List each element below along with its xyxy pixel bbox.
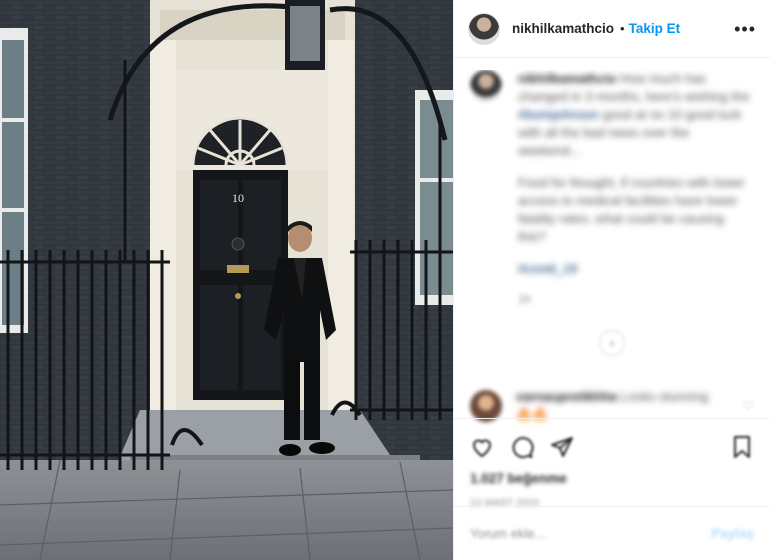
share-paper-plane-icon[interactable]	[550, 435, 574, 459]
comment-bubble-icon[interactable]	[510, 435, 534, 459]
avatar[interactable]	[468, 12, 500, 45]
likes-count[interactable]: 1.027 beğenme	[470, 471, 754, 486]
username-link[interactable]: nikhilkamathcio	[512, 21, 614, 36]
add-comment-bar: Paylaş	[454, 506, 770, 560]
post-photo[interactable]: 10	[0, 0, 453, 560]
post-header: nikhilkamathcio • Takip Et •••	[454, 0, 770, 58]
follow-button[interactable]: Takip Et	[629, 21, 681, 36]
caption-line-2: Food for thought, if countries with lowe…	[518, 175, 745, 244]
caption-hashtag[interactable]: #covid_19	[518, 260, 754, 278]
comment-input[interactable]	[470, 526, 712, 541]
caption-time: 1h	[518, 292, 532, 306]
door-number: 10	[232, 191, 244, 205]
caption-tag[interactable]: #borisjohnson	[518, 107, 599, 122]
comments-list[interactable]: nikhilkamathcio How much has changed in …	[454, 70, 770, 415]
comment-like-icon[interactable]: ♡	[743, 399, 754, 413]
caption-username[interactable]: nikhilkamathcio	[518, 71, 616, 86]
load-more-comments-button[interactable]: +	[599, 330, 625, 356]
action-icons	[470, 427, 754, 467]
caption-comment: nikhilkamathcio How much has changed in …	[470, 70, 754, 292]
separator-dot: •	[620, 21, 625, 36]
like-heart-icon[interactable]	[470, 435, 494, 459]
post-modal: 10 nikhilkamathcio • Takip Et ••• nikhil…	[0, 0, 770, 560]
caption-avatar[interactable]	[470, 70, 502, 102]
caption-text: nikhilkamathcio How much has changed in …	[518, 70, 754, 292]
more-options-icon[interactable]: •••	[734, 20, 756, 38]
reply-body: Looks stunning	[620, 389, 709, 404]
reply-username[interactable]: varnaupretikhha	[516, 389, 617, 404]
post-side-panel: nikhilkamathcio • Takip Et ••• nikhilkam…	[453, 0, 770, 560]
post-comment-button[interactable]: Paylaş	[711, 526, 754, 541]
post-actions: 1.027 beğenme 23 Mart 2020	[454, 418, 770, 509]
save-bookmark-icon[interactable]	[730, 435, 754, 459]
